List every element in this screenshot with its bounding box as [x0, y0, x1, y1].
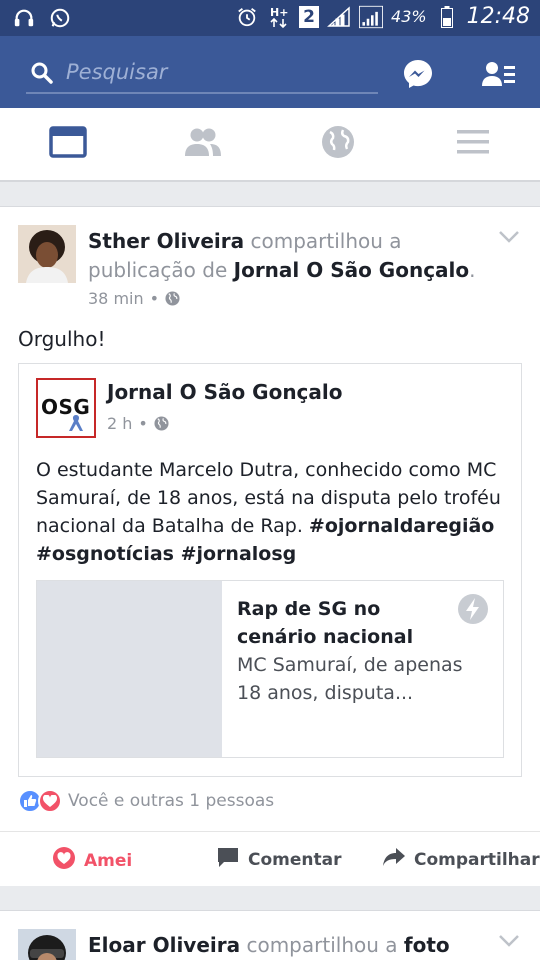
- reactions-text: Você e outras 1 pessoas: [68, 791, 275, 811]
- share-label: Compartilhar: [414, 849, 540, 870]
- post-headline: Sther Oliveira compartilhou a publicação…: [88, 229, 476, 282]
- svg-text:H+: H+: [270, 6, 288, 19]
- link-description: MC Samuraí, de apenas 18 anos, disputa..…: [237, 654, 463, 704]
- globe-icon: [321, 125, 355, 163]
- comment-label: Comentar: [248, 849, 342, 870]
- headphones-icon: [12, 6, 36, 30]
- hplus-network-icon: H+: [267, 5, 291, 29]
- love-label: Amei: [84, 850, 133, 871]
- shared-meta: 2 h •: [107, 414, 169, 433]
- feed-post: Sther Oliveira compartilhou a publicação…: [0, 206, 540, 886]
- public-globe-icon: [154, 416, 169, 431]
- link-thumbnail: [37, 581, 222, 757]
- messenger-icon[interactable]: [402, 58, 434, 90]
- chevron-down-icon[interactable]: [498, 229, 520, 243]
- link-title: Rap de SG no cenário nacional: [237, 598, 414, 648]
- author-name[interactable]: Sther Oliveira: [88, 229, 244, 253]
- battery-percent: 43%: [391, 7, 427, 26]
- avatar[interactable]: [18, 225, 76, 283]
- page-logo[interactable]: OSG: [36, 378, 96, 438]
- shared-time[interactable]: 2 h: [107, 414, 132, 433]
- reactions-summary[interactable]: Você e outras 1 pessoas: [18, 789, 274, 813]
- love-reaction-icon: [38, 789, 62, 813]
- comment-button[interactable]: Comentar: [216, 846, 341, 873]
- friends-icon: [184, 127, 222, 161]
- search-input[interactable]: [66, 54, 366, 90]
- shared-page-name[interactable]: Jornal O São Gonçalo: [107, 380, 343, 404]
- avatar[interactable]: [18, 929, 76, 960]
- share-icon: [382, 846, 406, 873]
- news-feed-icon: [48, 126, 87, 162]
- search-header: [0, 36, 540, 108]
- post-text: Orgulho!: [18, 327, 106, 351]
- network-type-badge: 2: [299, 5, 320, 28]
- battery-icon: [435, 5, 459, 29]
- clock: 12:48: [466, 4, 530, 29]
- whatsapp-icon: [48, 6, 72, 30]
- action-text: compartilhou a: [246, 933, 398, 957]
- search-field[interactable]: [26, 52, 378, 94]
- signal-icon: [327, 5, 351, 29]
- love-button[interactable]: Amei: [52, 846, 132, 875]
- post-actions: Amei Comentar Compartilhar: [0, 831, 540, 887]
- shared-post[interactable]: OSG Jornal O São Gonçalo 2 h • O estudan…: [18, 363, 522, 777]
- search-icon: [30, 61, 54, 85]
- alarm-icon: [235, 5, 259, 29]
- tab-bar: [0, 108, 540, 182]
- status-bar: H+ 2 43% 12:48: [0, 0, 540, 36]
- post-time[interactable]: 38 min: [88, 289, 144, 308]
- post-headline: Eloar Oliveira compartilhou a foto: [88, 931, 488, 960]
- tab-notifications[interactable]: [270, 108, 405, 180]
- tab-news-feed[interactable]: [0, 108, 135, 180]
- love-icon: [52, 846, 76, 875]
- author-name[interactable]: Eloar Oliveira: [88, 933, 240, 957]
- signal-icon-2: [359, 5, 384, 29]
- ribbon-icon: [68, 414, 84, 432]
- shared-object-link[interactable]: foto: [404, 933, 450, 957]
- chevron-down-icon[interactable]: [498, 933, 520, 947]
- link-preview-card[interactable]: Rap de SG no cenário nacional MC Samuraí…: [36, 580, 504, 758]
- menu-icon: [456, 128, 490, 160]
- comment-icon: [216, 846, 240, 873]
- shared-body: O estudante Marcelo Dutra, conhecido com…: [36, 456, 506, 568]
- tab-friends[interactable]: [135, 108, 270, 180]
- feed-post: Eloar Oliveira compartilhou a foto: [0, 910, 540, 960]
- instant-article-bolt-icon: [457, 593, 489, 625]
- tab-menu[interactable]: [405, 108, 540, 180]
- shared-page-link[interactable]: Jornal O São Gonçalo: [234, 258, 470, 282]
- post-meta: 38 min •: [88, 289, 180, 308]
- share-button[interactable]: Compartilhar: [382, 846, 540, 873]
- friend-requests-icon[interactable]: [482, 60, 516, 88]
- public-globe-icon: [165, 291, 180, 306]
